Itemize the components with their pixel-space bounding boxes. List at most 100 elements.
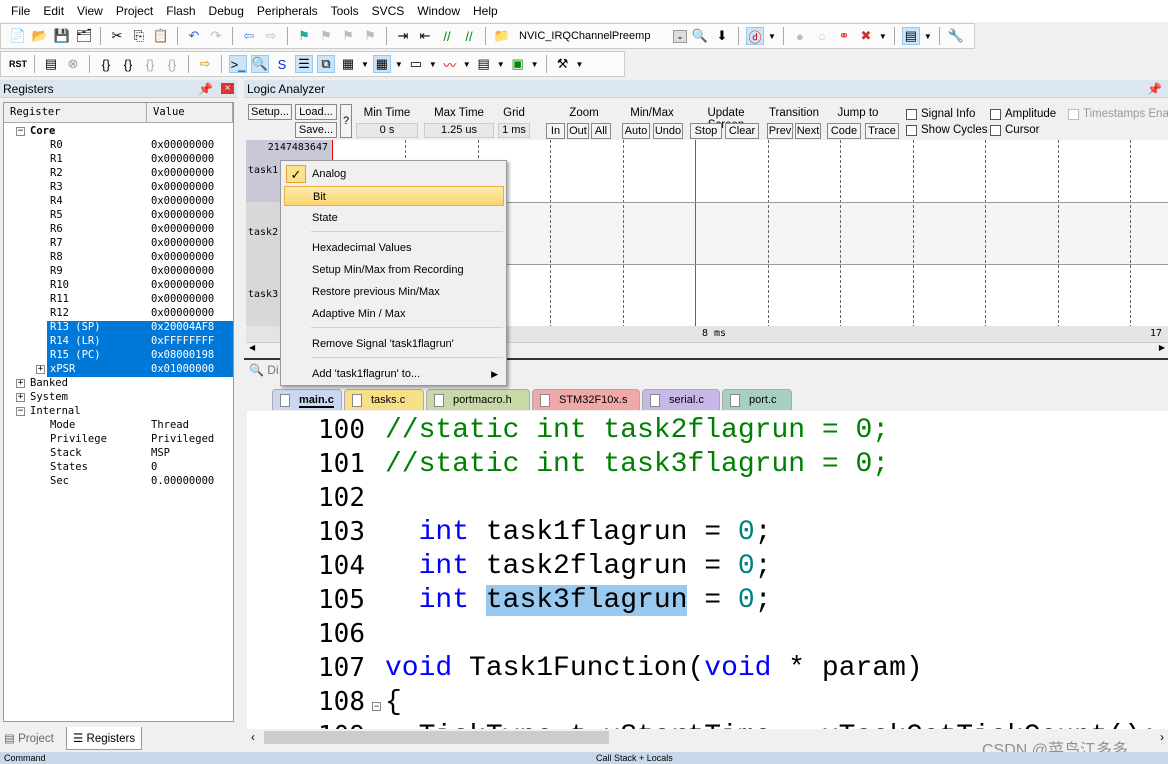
menu-tools[interactable]: Tools	[326, 4, 367, 18]
kill-breakpoints-icon[interactable]: ✖	[857, 27, 875, 45]
register-row[interactable]: R14 (LR) 0xFFFFFFFF	[4, 335, 233, 349]
register-row[interactable]: R13 (SP) 0x20004AF8	[4, 321, 233, 335]
close-icon[interactable]: ×	[221, 83, 234, 94]
show-cycles-checkbox[interactable]: Show Cycles	[906, 124, 987, 136]
register-row[interactable]: R15 (PC) 0x08000198	[4, 349, 233, 363]
clear-button[interactable]: Clear	[725, 123, 759, 139]
save-button[interactable]: Save...	[295, 122, 337, 138]
zoom-in-button[interactable]: In	[546, 123, 565, 139]
cut-icon[interactable]: ✂	[108, 27, 126, 45]
prev-button[interactable]: Prev	[767, 123, 793, 139]
bookmark-icon[interactable]: ⚑	[295, 27, 313, 45]
trace-button[interactable]: Trace	[865, 123, 899, 139]
serial-window-icon[interactable]: ▭	[407, 55, 425, 73]
tab-port-c[interactable]: port.c	[722, 389, 792, 410]
code-line[interactable]: void Task1Function(void * param)	[385, 653, 923, 684]
open-icon[interactable]: 📂	[31, 27, 49, 45]
code-line[interactable]: int task3flagrun = 0;	[385, 585, 772, 616]
zoom-all-button[interactable]: All	[591, 123, 611, 139]
stop-icon[interactable]: ⊗	[64, 55, 82, 73]
run-to-cursor-icon[interactable]: {}	[163, 55, 181, 73]
register-row[interactable]: R4 0x00000000	[4, 195, 233, 209]
comment-icon[interactable]: //	[438, 27, 456, 45]
tab-STM32F10x-s[interactable]: STM32F10x.s	[532, 389, 640, 410]
column-value[interactable]: Value	[147, 103, 233, 122]
toolbox-icon[interactable]: ⚒	[554, 55, 572, 73]
register-row[interactable]: R9 0x00000000	[4, 265, 233, 279]
run-icon[interactable]: ▤	[42, 55, 60, 73]
unindent-icon[interactable]: ⇤	[416, 27, 434, 45]
menu-view[interactable]: View	[72, 4, 111, 18]
menu-flash[interactable]: Flash	[161, 4, 203, 18]
auto-button[interactable]: Auto	[622, 123, 650, 139]
zoom-out-button[interactable]: Out	[567, 123, 589, 139]
new-file-icon[interactable]: 📄	[9, 27, 27, 45]
find-in-files-icon[interactable]: 📁	[493, 27, 511, 45]
code-editor[interactable]: 100 101 102 103 104 105 106 107 108 109 − //stati…	[247, 411, 1168, 729]
tab-registers[interactable]: ☰ Registers	[66, 727, 143, 750]
fold-icon[interactable]: −	[372, 702, 381, 711]
menu-item[interactable]: ✓ Analog	[284, 164, 504, 184]
register-row[interactable]: R1 0x00000000	[4, 153, 233, 167]
chevron-down-icon[interactable]: ⌄	[673, 29, 687, 43]
tree-internal[interactable]: − Internal	[4, 405, 233, 419]
indent-icon[interactable]: ⇥	[394, 27, 412, 45]
pin-icon[interactable]: 📌	[198, 82, 213, 96]
setup-button[interactable]: Setup...	[248, 104, 292, 120]
code-line[interactable]: TickType_t xStartTime = xTaskGetTickCoun…	[385, 721, 1158, 729]
tab-serial-c[interactable]: serial.c	[642, 389, 720, 410]
code-button[interactable]: Code	[827, 123, 861, 139]
menu-window[interactable]: Window	[412, 4, 468, 18]
expand-icon[interactable]: +	[16, 379, 25, 388]
uncomment-icon[interactable]: //	[460, 27, 478, 45]
registers-window-icon[interactable]: ☰	[295, 55, 313, 73]
save-icon[interactable]: 💾	[53, 27, 71, 45]
debug-session-icon[interactable]: ⓓ	[746, 27, 764, 45]
menu-item[interactable]: State	[284, 208, 504, 228]
disable-all-breakpoints-icon[interactable]: ⚭	[835, 27, 853, 45]
register-row[interactable]: R7 0x00000000	[4, 237, 233, 251]
code-line[interactable]: int task2flagrun = 0;	[385, 551, 772, 582]
menu-file[interactable]: File	[6, 4, 38, 18]
menu-item[interactable]: Add 'task1flagrun' to... ▶	[284, 364, 504, 384]
menu-help[interactable]: Help	[468, 4, 506, 18]
expand-icon[interactable]: +	[36, 365, 45, 374]
menu-item[interactable]: Remove Signal 'task1flagrun'	[284, 334, 504, 354]
signal-info-checkbox[interactable]: Signal Info	[906, 108, 975, 120]
menu-edit[interactable]: Edit	[38, 4, 72, 18]
step-over-icon[interactable]: {}	[119, 55, 137, 73]
register-row[interactable]: R12 0x00000000	[4, 307, 233, 321]
load-button[interactable]: Load...	[295, 104, 337, 120]
watch-window-icon[interactable]: ▦	[339, 55, 357, 73]
amplitude-checkbox[interactable]: Amplitude	[990, 108, 1056, 120]
back-icon[interactable]: ⇦	[240, 27, 258, 45]
expand-icon[interactable]: −	[16, 407, 25, 416]
register-row[interactable]: R11 0x00000000	[4, 293, 233, 307]
undo-icon[interactable]: ↶	[185, 27, 203, 45]
tab-portmacro-h[interactable]: portmacro.h	[426, 389, 530, 410]
stop-button[interactable]: Stop	[690, 123, 722, 139]
tab-tasks-c[interactable]: tasks.c	[344, 389, 424, 410]
target-combo[interactable]: NVIC_IRQChannelPreemp ⌄	[519, 29, 687, 43]
copy-icon[interactable]: ⎘	[130, 27, 148, 45]
scrollbar-thumb[interactable]	[264, 731, 609, 744]
find-icon[interactable]: 🔍	[691, 27, 709, 45]
internal-row[interactable]: Stack MSP	[4, 447, 233, 461]
command-window-icon[interactable]: >_	[229, 55, 247, 73]
menu-item[interactable]: Setup Min/Max from Recording	[284, 260, 504, 280]
paste-icon[interactable]: 📋	[152, 27, 170, 45]
column-register[interactable]: Register	[4, 103, 147, 122]
tree-system[interactable]: + System	[4, 391, 233, 405]
cursor-checkbox[interactable]: Cursor	[990, 124, 1040, 136]
internal-row[interactable]: Sec 0.00000000	[4, 475, 233, 489]
menu-project[interactable]: Project	[111, 4, 161, 18]
system-viewer-icon[interactable]: ▣	[509, 55, 527, 73]
menu-svcs[interactable]: SVCS	[367, 4, 413, 18]
step-into-icon[interactable]: {}	[97, 55, 115, 73]
register-row[interactable]: R6 0x00000000	[4, 223, 233, 237]
disable-breakpoint-icon[interactable]: ○	[813, 27, 831, 45]
register-row[interactable]: R3 0x00000000	[4, 181, 233, 195]
configure-icon[interactable]: 🔧	[947, 27, 965, 45]
register-row[interactable]: R10 0x00000000	[4, 279, 233, 293]
window-layout-icon[interactable]: ▤	[901, 27, 920, 45]
